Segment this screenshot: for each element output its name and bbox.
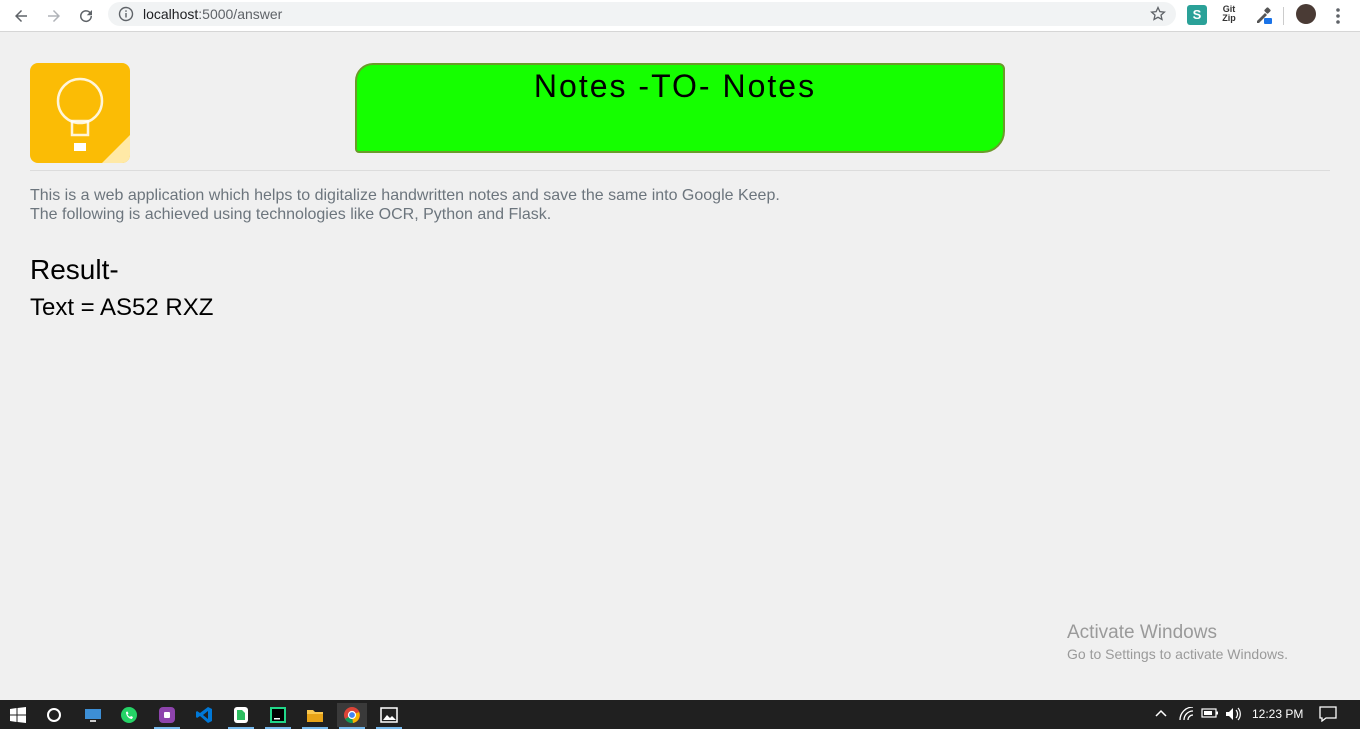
taskbar-clock[interactable]: 12:23 PM: [1252, 707, 1303, 721]
photos-icon[interactable]: [374, 703, 404, 729]
activate-windows-watermark: Activate Windows Go to Settings to activ…: [1067, 622, 1288, 662]
title-banner: Notes -TO- Notes: [355, 63, 1005, 153]
app-description: This is a web application which helps to…: [30, 186, 780, 224]
url-host: localhost: [143, 6, 199, 22]
url-path: :5000/answer: [198, 6, 283, 22]
eyedropper-extension-icon[interactable]: [1253, 5, 1273, 25]
watermark-title: Activate Windows: [1067, 622, 1217, 643]
chrome-icon[interactable]: [337, 703, 367, 729]
description-line-2: The following is achieved using technolo…: [30, 206, 552, 223]
page-title: Notes -TO- Notes: [533, 68, 817, 104]
app-purple-icon[interactable]: [152, 703, 182, 729]
bookmark-star-icon[interactable]: [1150, 6, 1166, 22]
toolbar-divider: [1283, 7, 1284, 25]
forward-arrow-icon[interactable]: [42, 4, 66, 28]
gitzip-extension-icon[interactable]: Git Zip: [1219, 5, 1239, 25]
watermark-subtitle: Go to Settings to activate Windows.: [1067, 646, 1288, 662]
back-arrow-icon[interactable]: [9, 4, 33, 28]
windows-taskbar: 12:23 PM: [0, 700, 1360, 729]
task-view-icon[interactable]: [78, 703, 108, 727]
wifi-icon[interactable]: [1179, 706, 1195, 724]
windows-start-icon[interactable]: [3, 703, 33, 727]
gitzip-bottom: Zip: [1222, 13, 1236, 23]
header-divider: [30, 170, 1330, 171]
file-explorer-icon[interactable]: [300, 703, 330, 729]
show-hidden-icons-chevron-icon[interactable]: [1155, 707, 1167, 722]
pycharm-icon[interactable]: [263, 703, 293, 729]
result-heading: Result-: [30, 254, 119, 285]
vscode-icon[interactable]: [189, 703, 219, 727]
profile-avatar[interactable]: [1296, 4, 1316, 24]
cortana-search-icon[interactable]: [39, 703, 69, 727]
url-text[interactable]: localhost:5000/answer: [143, 6, 282, 22]
reload-icon[interactable]: [74, 4, 98, 28]
info-icon[interactable]: [118, 6, 134, 22]
browser-toolbar: localhost:5000/answer S Git Zip: [0, 0, 1360, 32]
action-center-icon[interactable]: [1319, 706, 1337, 725]
description-line-1: This is a web application which helps to…: [30, 187, 780, 204]
result-text: Text = AS52 RXZ: [30, 294, 214, 321]
battery-icon[interactable]: [1201, 707, 1219, 722]
address-bar[interactable]: localhost:5000/answer: [108, 2, 1176, 26]
whatsapp-icon[interactable]: [114, 703, 144, 727]
more-menu-icon[interactable]: [1333, 6, 1343, 26]
volume-icon[interactable]: [1225, 707, 1243, 724]
evernote-icon[interactable]: [226, 703, 256, 729]
s-extension-icon[interactable]: S: [1187, 5, 1207, 25]
google-keep-logo: [30, 63, 130, 163]
